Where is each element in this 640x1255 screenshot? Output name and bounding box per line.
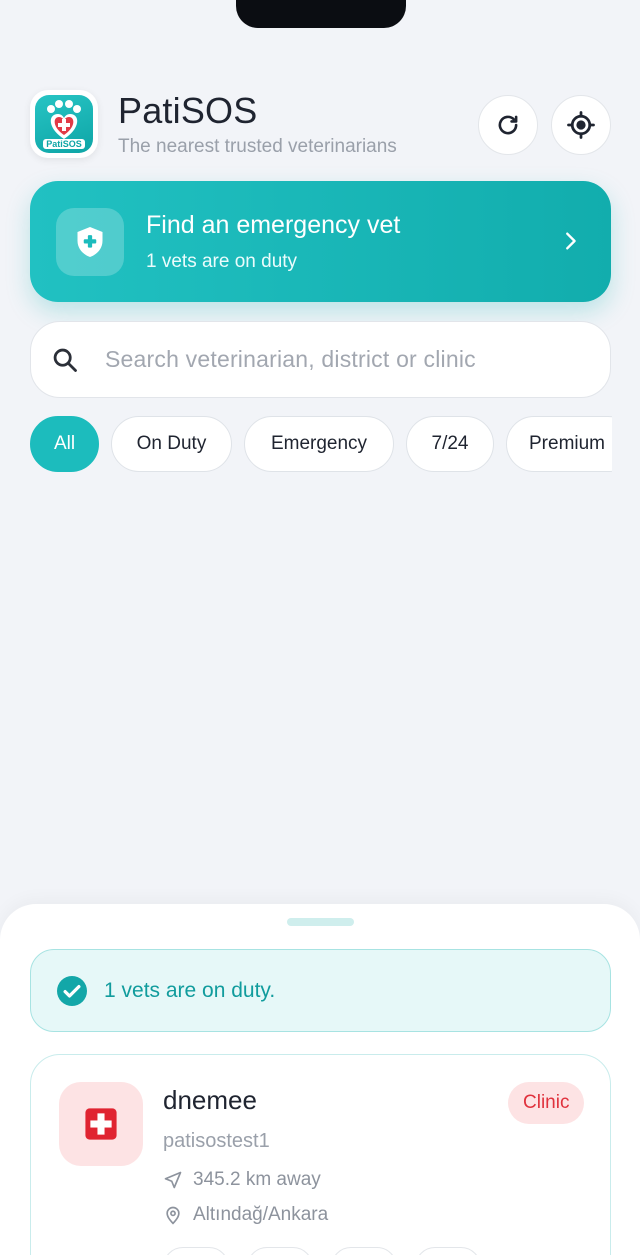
check-circle-icon: [57, 976, 87, 1006]
filter-chip-24-7[interactable]: 7/24: [406, 416, 494, 472]
vet-type-badge: Clinic: [508, 1082, 585, 1124]
chevron-right-icon: [566, 232, 576, 250]
map-pin-icon: [166, 1206, 180, 1225]
vet-location-row: Altındağ/Ankara: [163, 1204, 328, 1226]
refresh-icon: [498, 115, 518, 135]
on-duty-banner: 1 vets are on duty.: [30, 949, 611, 1032]
app-header: PatiSOS PatiSOS The nearest trusted vete…: [30, 88, 612, 160]
svg-text:PatiSOS: PatiSOS: [46, 139, 82, 149]
sheet-drag-handle[interactable]: [287, 918, 354, 926]
results-bottom-sheet: 1 vets are on duty. dnemee Clinic patiso…: [0, 904, 640, 1255]
find-emergency-vet-card[interactable]: Find an emergency vet 1 vets are on duty: [30, 181, 611, 302]
medical-cross-icon: [85, 1108, 117, 1140]
crosshair-locate-icon: [567, 111, 595, 139]
app-screen: PatiSOS PatiSOS The nearest trusted vete…: [0, 0, 640, 1255]
app-subtitle: The nearest trusted veterinarians: [118, 136, 397, 157]
filter-chip-emergency[interactable]: Emergency: [244, 416, 394, 472]
vet-tag: [247, 1247, 313, 1255]
vet-distance-row: 345.2 km away: [163, 1169, 321, 1191]
navigation-arrow-icon: [164, 1171, 182, 1189]
vet-name: dnemee: [163, 1085, 257, 1115]
app-logo: PatiSOS: [30, 90, 98, 158]
device-notch: [236, 0, 406, 28]
shield-plus-icon: [56, 208, 124, 276]
vet-tag: [415, 1247, 481, 1255]
paw-heart-logo-icon: PatiSOS: [35, 95, 93, 153]
vet-distance: 345.2 km away: [193, 1169, 321, 1190]
emergency-subtitle: 1 vets are on duty: [146, 251, 298, 272]
vet-card[interactable]: dnemee Clinic patisostest1 345.2 km away…: [30, 1054, 611, 1255]
locate-button[interactable]: [551, 95, 611, 155]
emergency-title: Find an emergency vet: [146, 211, 401, 239]
search-bar[interactable]: [30, 321, 611, 398]
app-title: PatiSOS: [118, 90, 258, 131]
refresh-button[interactable]: [478, 95, 538, 155]
search-icon: [53, 348, 77, 372]
filter-chip-premium[interactable]: Premium: [506, 416, 612, 472]
vet-tag: [163, 1247, 229, 1255]
filter-chips: All On Duty Emergency 7/24 Premium: [30, 416, 612, 474]
filter-chip-all[interactable]: All: [30, 416, 99, 472]
vet-tag: [331, 1247, 397, 1255]
vet-username: patisostest1: [163, 1130, 270, 1152]
vet-location: Altındağ/Ankara: [193, 1204, 329, 1225]
search-input[interactable]: [105, 322, 585, 397]
filter-chip-on-duty[interactable]: On Duty: [111, 416, 232, 472]
vet-avatar: [59, 1082, 143, 1166]
on-duty-message: 1 vets are on duty.: [104, 979, 276, 1002]
